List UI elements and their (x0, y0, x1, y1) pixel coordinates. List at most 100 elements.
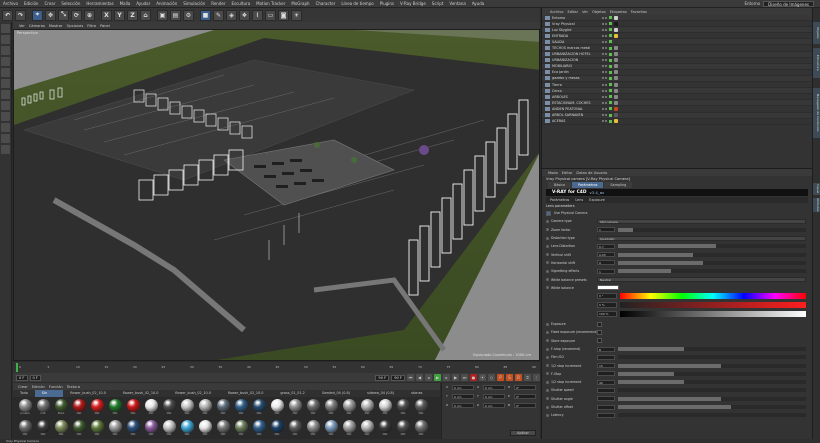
timeline[interactable]: 0 5 10 15 20 25 30 35 40 45 50 55 60 65 70 75 80 85 90 (13, 362, 540, 373)
redo-icon[interactable]: ↷ (15, 9, 26, 21)
animation-key-icon[interactable] (546, 253, 549, 257)
color-value-field[interactable]: 0 % (597, 301, 617, 308)
parameter-value-field[interactable]: 15 (597, 363, 615, 369)
render-visibility-icon[interactable] (605, 71, 607, 74)
editor-visibility-icon[interactable] (602, 47, 604, 50)
enabled-check-icon[interactable] (609, 58, 612, 62)
editor-visibility-icon[interactable] (602, 120, 604, 123)
material-swatch[interactable]: Mat (179, 399, 195, 418)
object-row[interactable]: ACERAS (542, 119, 812, 125)
parameter-dropdown[interactable]: Neutral (597, 277, 806, 283)
material-tag-icon[interactable] (614, 76, 618, 81)
enabled-check-icon[interactable] (609, 113, 612, 117)
editor-visibility-icon[interactable] (602, 107, 604, 110)
side-tab[interactable]: Capas (813, 183, 820, 195)
menu-item[interactable]: Escultura (228, 1, 253, 6)
material-swatch[interactable]: Mat (143, 420, 159, 439)
menu-item[interactable]: Plugins (377, 1, 397, 6)
animation-key-icon[interactable] (546, 339, 549, 343)
animation-key-icon[interactable] (546, 278, 549, 282)
viewport[interactable]: Perspectiva Espaciado Cuadrícula : 1000 … (13, 29, 540, 361)
texture-mode-icon[interactable] (1, 46, 10, 55)
editor-visibility-icon[interactable] (602, 101, 604, 104)
live-selection-icon[interactable]: ⌖ (32, 9, 43, 21)
material-swatch[interactable]: Mat (179, 420, 195, 439)
enabled-check-icon[interactable] (609, 16, 612, 20)
recent-tools-icon[interactable]: ⊕ (84, 9, 95, 21)
rotate-icon[interactable]: ⟳ (71, 9, 82, 21)
material-tag-icon[interactable] (614, 39, 618, 44)
floor-icon[interactable]: ▭ (265, 9, 276, 21)
menu-item[interactable]: Archivo (0, 1, 21, 6)
parameter-value-field[interactable] (597, 412, 615, 418)
coordinate-field[interactable]: 0° (514, 403, 536, 408)
material-tag-icon[interactable] (614, 46, 618, 51)
object-name[interactable]: URBANIZACION (552, 58, 600, 62)
material-swatch[interactable]: Mat (377, 420, 393, 439)
next-frame-icon[interactable]: ▸ (443, 374, 450, 381)
hue-spectrum[interactable] (620, 292, 806, 299)
material-swatch[interactable]: Mat (251, 399, 267, 418)
material-swatch[interactable]: Mat (341, 420, 357, 439)
editor-visibility-icon[interactable] (602, 40, 604, 43)
parameter-value-field[interactable]: 8 (597, 346, 615, 352)
material-swatch[interactable]: Mat (305, 399, 321, 418)
render-visibility-icon[interactable] (605, 28, 607, 31)
material-swatch[interactable]: Mat (89, 399, 105, 418)
viewport-menu-item[interactable]: Opciones (67, 24, 84, 28)
object-name[interactable]: URBANIZACION HOTEL (552, 52, 600, 56)
parameter-value-field[interactable] (597, 396, 615, 402)
animation-key-icon[interactable] (546, 228, 549, 232)
array-icon[interactable]: ❖ (239, 9, 250, 21)
axis-z-button[interactable]: Z (127, 9, 138, 21)
animation-key-icon[interactable] (546, 380, 549, 384)
render-settings-icon[interactable]: ⚙ (183, 9, 194, 21)
animation-key-icon[interactable] (546, 322, 549, 326)
object-name[interactable]: SALIDA (552, 40, 600, 44)
material-swatch[interactable]: Mat (125, 399, 141, 418)
autokey-icon[interactable]: ⦿ (479, 374, 486, 381)
enabled-check-icon[interactable] (609, 119, 612, 123)
parameter-slider[interactable] (618, 269, 806, 274)
move-icon[interactable]: ✥ (45, 9, 56, 21)
parameter-value-field[interactable] (597, 371, 615, 377)
visibility-dots[interactable] (602, 77, 607, 80)
axis-y-button[interactable]: Y (114, 9, 125, 21)
menu-item[interactable]: Malla (117, 1, 134, 6)
coordinate-field[interactable]: 0 cm (483, 385, 505, 390)
visibility-dots[interactable] (602, 53, 607, 56)
go-to-end-icon[interactable]: ⏭ (461, 374, 468, 381)
animation-key-icon[interactable] (546, 219, 549, 223)
model-mode-icon[interactable] (1, 35, 10, 44)
parameter-subtab[interactable]: Parámetros (550, 197, 569, 203)
render-picture-viewer-icon[interactable]: ▤ (170, 9, 181, 21)
enabled-check-icon[interactable] (609, 70, 612, 74)
menu-item[interactable]: Character (313, 1, 339, 6)
menu-item[interactable]: Ayuda (469, 1, 487, 6)
coordinate-field[interactable]: 0° (514, 385, 536, 390)
undo-icon[interactable]: ↶ (2, 9, 13, 21)
material-swatch[interactable]: Mat (413, 399, 429, 418)
parameter-slider[interactable] (618, 227, 806, 232)
side-tab[interactable]: Navegador de Contenido (813, 88, 820, 138)
play-icon[interactable]: ▶ (434, 374, 441, 381)
material-tag-icon[interactable] (614, 21, 618, 26)
material-swatch[interactable]: Mat (359, 399, 375, 418)
apply-button[interactable]: Aplicar (510, 430, 536, 436)
animation-key-icon[interactable] (546, 269, 549, 273)
material-swatch[interactable]: Mat (287, 399, 303, 418)
render-visibility-icon[interactable] (605, 34, 607, 37)
axis-x-button[interactable]: X (101, 9, 112, 21)
animation-key-icon[interactable] (546, 413, 549, 417)
editor-visibility-icon[interactable] (602, 53, 604, 56)
pen-icon[interactable]: ✎ (213, 9, 224, 21)
parameter-value-field[interactable] (597, 354, 615, 360)
side-tab[interactable]: Estructura (813, 48, 820, 78)
editor-visibility-icon[interactable] (602, 83, 604, 86)
material-swatch[interactable]: Mat (161, 420, 177, 439)
material-swatch[interactable]: Mat (269, 399, 285, 418)
prev-key-icon[interactable]: ◀ (416, 374, 423, 381)
material-swatch[interactable]: Mat (287, 420, 303, 439)
render-visibility-icon[interactable] (605, 22, 607, 25)
material-tag-icon[interactable] (614, 88, 618, 93)
